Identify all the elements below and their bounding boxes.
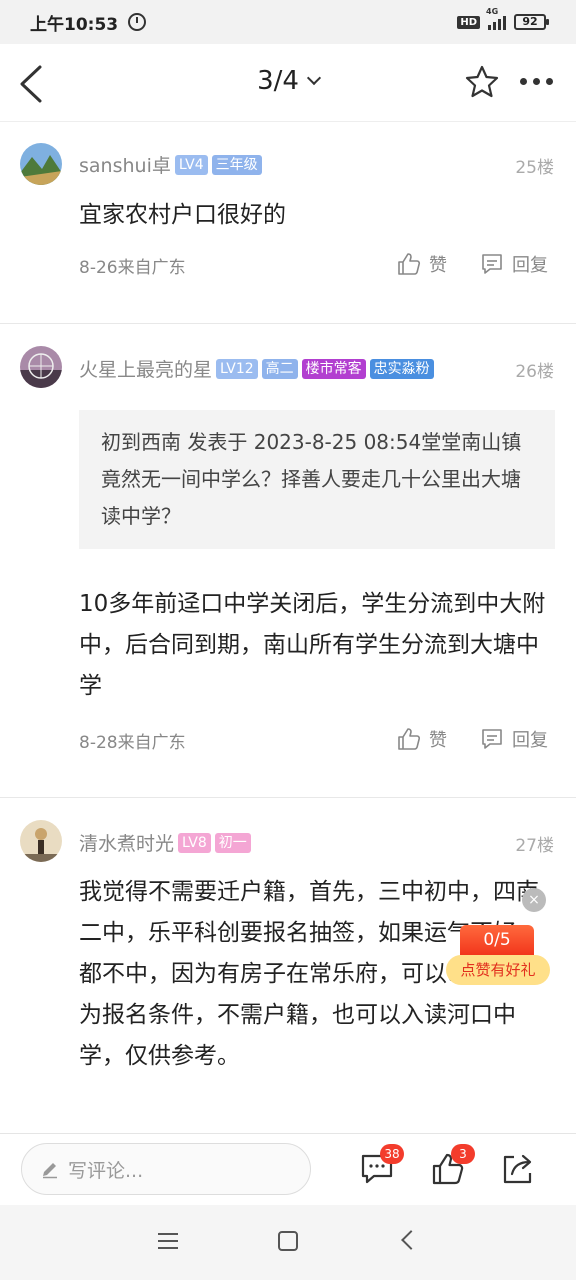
like-button[interactable]: 赞 (397, 251, 447, 277)
home-icon[interactable] (278, 1231, 298, 1251)
avatar[interactable] (20, 346, 62, 388)
avatar[interactable] (20, 820, 62, 862)
page-indicator: 3/4 (257, 66, 299, 96)
quoted-post[interactable]: 初到西南 发表于 2023-8-25 08:54堂堂南山镇竟然无一间中学么？择善… (79, 410, 555, 549)
system-nav-bar (0, 1205, 576, 1280)
comment-bar: 写评论... 38 3 (0, 1133, 576, 1205)
comment-input[interactable]: 写评论... (21, 1143, 311, 1195)
hd-icon: HD (457, 15, 480, 29)
top-nav-bar: 3/4 (0, 44, 576, 122)
username-row: 清水煮时光 LV8 初一 (79, 829, 251, 856)
username-row: 火星上最亮的星 LV12 高二 楼市常客 忠实淼粉 (79, 355, 434, 382)
star-icon[interactable] (464, 64, 500, 100)
like-post-button[interactable]: 3 (431, 1144, 475, 1186)
more-icon[interactable] (520, 78, 553, 85)
comment-icon (482, 254, 502, 274)
battery-icon: 92 (514, 14, 549, 30)
like-button[interactable]: 赞 (397, 726, 447, 752)
post-meta: 8-28来自广东 (79, 733, 186, 753)
share-icon (503, 1154, 532, 1184)
reply-label: 回复 (512, 255, 548, 276)
floor-number: 25楼 (515, 158, 554, 178)
badge-tag: 楼市常客 (301, 358, 366, 379)
alarm-icon (128, 13, 147, 31)
grade-tag: 初一 (214, 832, 251, 853)
like-label: 赞 (429, 730, 447, 751)
floor-number: 27楼 (515, 836, 554, 856)
post-meta: 8-26来自广东 (79, 258, 186, 278)
reply-button[interactable]: 回复 (480, 726, 548, 752)
level-tag: LV8 (178, 832, 211, 853)
pencil-icon (43, 1163, 57, 1179)
avatar[interactable] (20, 143, 62, 185)
reply-label: 回复 (512, 730, 548, 751)
thumb-up-icon (398, 253, 421, 275)
reply-post: 火星上最亮的星 LV12 高二 楼市常客 忠实淼粉 26楼 初到西南 发表于 2… (0, 324, 576, 796)
signal-icon: 4G (486, 7, 506, 30)
post-content: 10多年前迳口中学关闭后，学生分流到中大附中，后合同到期，南山所有学生分流到大塘… (79, 591, 546, 699)
back-icon[interactable] (401, 1230, 421, 1250)
comment-placeholder: 写评论... (68, 1159, 144, 1182)
reward-button[interactable]: 点赞有好礼 (446, 955, 550, 985)
chevron-down-icon (306, 70, 321, 86)
reply-button[interactable]: 回复 (480, 251, 548, 277)
share-button[interactable] (500, 1152, 534, 1186)
username[interactable]: sanshui卓 (79, 151, 171, 178)
grade-tag: 三年级 (211, 154, 262, 175)
like-count-badge: 3 (451, 1144, 475, 1164)
status-bar: 上午10:53 HD 4G 92 (0, 0, 576, 44)
comments-button[interactable]: 38 (360, 1144, 404, 1186)
reply-post: sanshui卓 LV4 三年级 25楼 宜家农村户口很好的 8-26来自广东 … (0, 123, 576, 323)
reward-count: 0/5 (460, 925, 534, 955)
floor-number: 26楼 (515, 362, 554, 382)
thumb-up-icon (398, 728, 421, 750)
like-label: 赞 (429, 255, 447, 276)
comment-icon (482, 729, 502, 749)
network-type: 4G (486, 7, 499, 16)
close-icon[interactable]: × (522, 888, 546, 912)
menu-icon[interactable] (158, 1233, 178, 1249)
username[interactable]: 火星上最亮的星 (79, 355, 212, 382)
comment-count-badge: 38 (380, 1144, 404, 1164)
grade-tag: 高二 (261, 358, 298, 379)
level-tag: LV12 (216, 358, 258, 379)
username-row: sanshui卓 LV4 三年级 (79, 151, 262, 178)
post-content: 宜家农村户口很好的 (79, 202, 286, 228)
level-tag: LV4 (174, 154, 208, 175)
username[interactable]: 清水煮时光 (79, 829, 174, 856)
status-time: 上午10:53 (30, 14, 119, 35)
fan-tag: 忠实淼粉 (369, 358, 434, 379)
